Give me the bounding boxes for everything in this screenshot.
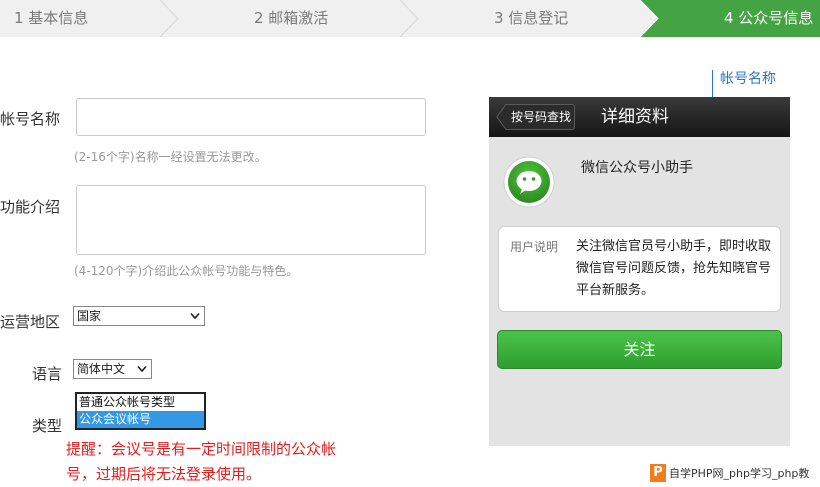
region-select[interactable]: 国家 xyxy=(73,306,205,326)
type-option-meeting[interactable]: 公众会议帐号 xyxy=(77,411,204,428)
function-intro-label: 功能介绍 xyxy=(0,198,61,216)
preview-header: 按号码查找 详细资料 xyxy=(489,97,790,137)
step-separators xyxy=(159,0,659,37)
chevron-down-icon xyxy=(190,312,200,320)
chevron-down-icon xyxy=(137,365,147,373)
account-name-label: 帐号名称 xyxy=(0,110,61,128)
description-card: 用户说明 关注微信官员号小助手，即时收取微信官号问题反馈，抢先知晓官号平台新服务… xyxy=(498,226,781,312)
description-text: 关注微信官员号小助手，即时收取微信官号问题反馈，抢先知晓官号平台新服务。 xyxy=(576,239,772,298)
language-selected-value: 简体中文 xyxy=(77,362,126,376)
back-button-label: 按号码查找 xyxy=(510,110,571,124)
follow-button[interactable]: 关注 xyxy=(497,330,782,369)
region-selected-value: 国家 xyxy=(77,309,102,323)
annotation-label: 帐号名称 xyxy=(720,71,776,87)
function-intro-textarea[interactable] xyxy=(76,185,426,255)
language-select[interactable]: 简体中文 xyxy=(73,359,152,379)
php-logo-icon: P xyxy=(650,464,666,482)
wechat-logo-icon xyxy=(503,151,555,211)
account-name-hint: (2-16个字)名称一经设置无法更改。 xyxy=(74,150,267,164)
registration-page: 1 基本信息 2 邮箱激活 3 信息登记 4 公众号信息 帐号名称 (2-16个… xyxy=(0,0,820,487)
phone-preview: 按号码查找 详细资料 微信公众号小助手 用户说明 关注微信官员号小助手，即时收取… xyxy=(489,97,790,446)
language-label: 语言 xyxy=(32,365,63,383)
type-listbox[interactable]: 普通公众帐号类型 公众会议帐号 xyxy=(75,392,206,430)
back-button[interactable]: 按号码查找 xyxy=(496,104,575,130)
watermark-text: 自学PHP网_php学习_php教 xyxy=(669,467,810,480)
description-label: 用户说明 xyxy=(510,240,559,254)
account-name-input[interactable] xyxy=(76,98,426,136)
type-label: 类型 xyxy=(32,417,63,435)
step-progress-bar: 1 基本信息 2 邮箱激活 3 信息登记 4 公众号信息 xyxy=(0,0,820,37)
function-intro-hint: (4-120个字)介绍此公众帐号功能与特色。 xyxy=(74,264,299,278)
type-option-normal[interactable]: 普通公众帐号类型 xyxy=(77,394,204,411)
region-label: 运营地区 xyxy=(0,313,61,331)
type-warning: 提醒：会议号是有一定时间限制的公众帐号，过期后将无法登录使用。 xyxy=(66,440,337,483)
preview-title: 详细资料 xyxy=(601,107,669,127)
preview-account-name: 微信公众号小助手 xyxy=(581,160,693,176)
